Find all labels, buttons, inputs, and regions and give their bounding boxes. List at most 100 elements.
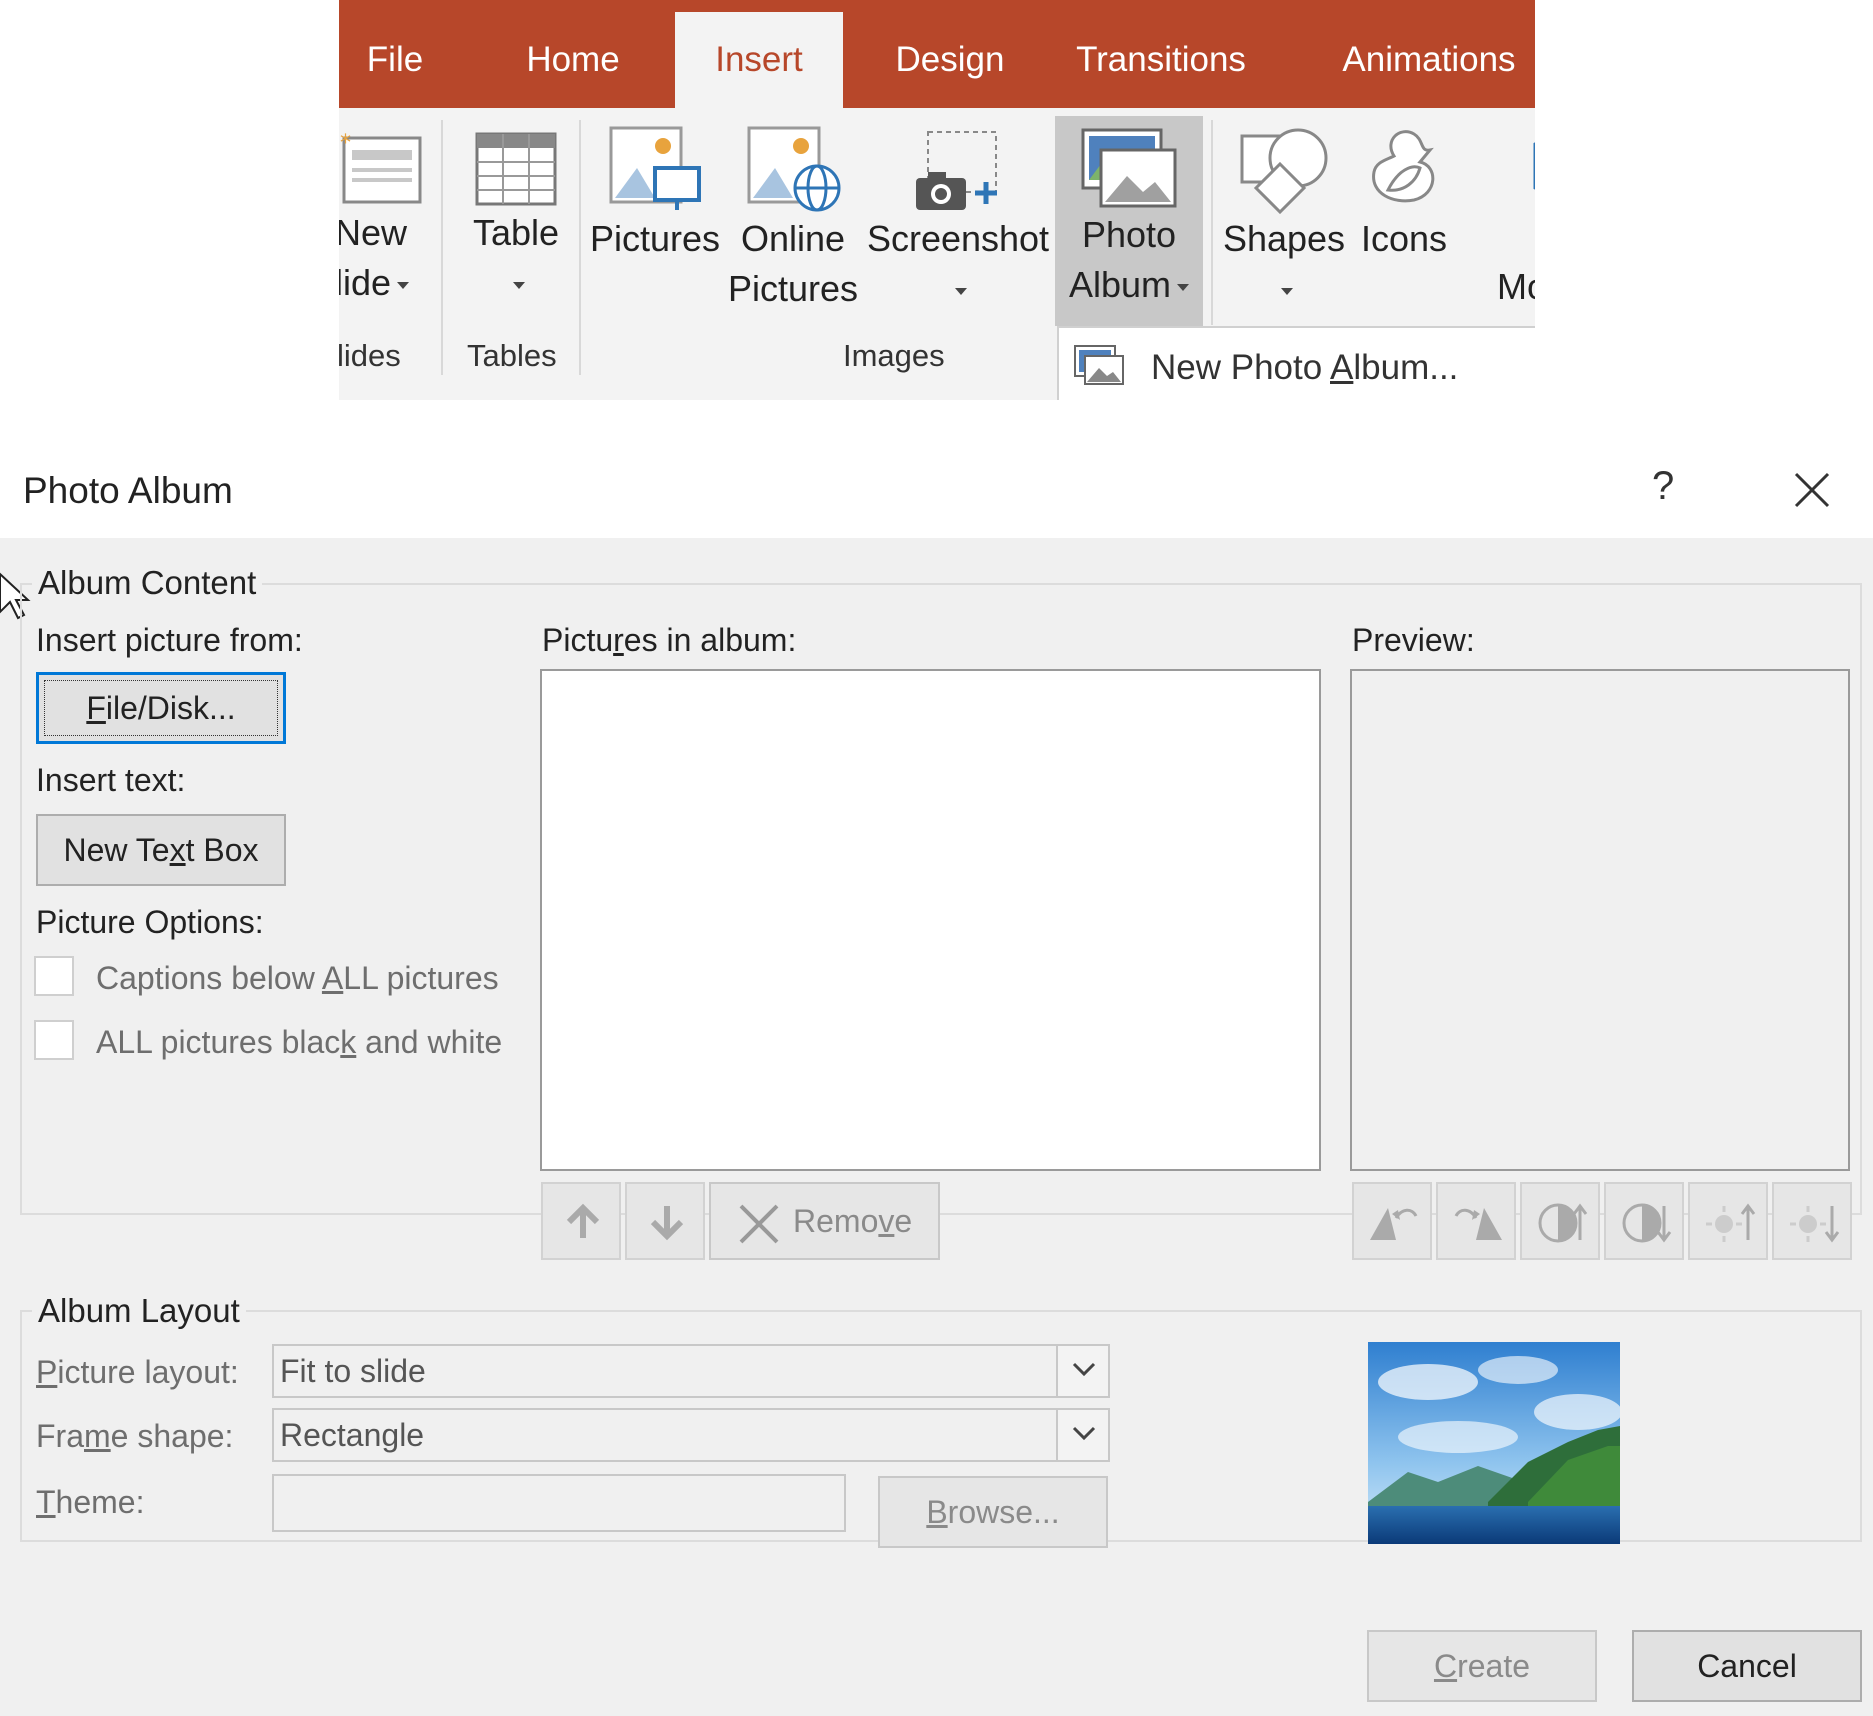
shapes-dropdown [1219,264,1349,314]
tab-file[interactable]: File [339,12,451,108]
group-label-tables: Tables [467,338,557,373]
increase-contrast-button[interactable] [1520,1182,1600,1260]
table-dropdown [451,258,581,308]
chevron-down-icon [1072,1362,1096,1377]
insert-text-label: Insert text: [36,762,186,798]
album-content-legend: Album Content [32,564,263,602]
new-photo-album-menu-item[interactable]: New Photo Album... [1151,348,1458,388]
picture-layout-select[interactable]: Fit to slide [272,1344,1110,1398]
photo-album-button[interactable]: Photo Album [1055,116,1203,326]
svg-text:*: * [340,131,351,156]
pictures-icon [609,126,701,210]
online-pictures-label-2: Pictures [727,268,859,309]
black-and-white-checkbox[interactable] [34,1020,74,1060]
remove-x-icon [739,1204,779,1244]
photo-album-icon [1081,128,1177,208]
black-and-white-label[interactable]: ALL pictures black and white [96,1024,502,1061]
shapes-button[interactable]: Shapes [1219,124,1349,314]
3d-models-button[interactable]: Mo [1469,128,1535,312]
create-button[interactable]: Create [1367,1630,1597,1702]
captions-below-label[interactable]: Captions below ALL pictures [96,960,499,997]
chevron-down-icon [1281,287,1293,295]
chevron-down-icon [1177,283,1190,291]
frame-shape-label: Frame shape: [36,1418,234,1454]
contrast-up-icon [1538,1203,1588,1243]
pictures-label: Pictures [589,218,721,259]
tab-home[interactable]: Home [491,12,655,108]
tab-design[interactable]: Design [865,12,1035,108]
icons-label: Icons [1360,218,1448,259]
group-divider [441,120,443,375]
frame-shape-select[interactable]: Rectangle [272,1408,1110,1462]
3d-models-label-partial [1469,212,1535,262]
pictures-in-album-label: Pictures in album: [542,622,797,658]
group-divider [579,120,581,375]
screenshot-dropdown [865,264,1051,314]
photo-album-dialog: Photo Album ? Album Content Insert pictu… [0,440,1873,1716]
online-pictures-icon [747,126,841,212]
decrease-brightness-button[interactable] [1772,1182,1852,1260]
chevron-down-icon [397,281,410,289]
pictures-button[interactable]: Pictures [589,124,721,264]
group-divider [1211,120,1213,325]
group-label-slides: lides [339,338,401,373]
help-button[interactable]: ? [1652,464,1674,509]
new-slide-label-1: New [339,212,408,253]
brightness-up-icon [1706,1203,1756,1242]
cancel-button[interactable]: Cancel [1632,1630,1862,1702]
dialog-title: Photo Album [23,470,233,511]
brightness-down-icon [1790,1206,1840,1243]
increase-brightness-button[interactable] [1688,1182,1768,1260]
captions-below-checkbox[interactable] [34,956,74,996]
rotate-right-button[interactable] [1436,1182,1516,1260]
powerpoint-ribbon: File Home Insert Design Transitions Anim… [339,0,1535,400]
decrease-contrast-button[interactable] [1604,1182,1684,1260]
shapes-icon [1240,128,1328,214]
theme-input[interactable] [272,1474,846,1532]
tab-transitions[interactable]: Transitions [1055,12,1267,108]
screenshot-icon [916,131,997,210]
insert-picture-from-label: Insert picture from: [36,622,303,658]
chevron-down-icon [513,281,525,289]
dropdown-arrow [1056,1346,1108,1396]
online-pictures-button[interactable]: Online Pictures [727,124,859,314]
dialog-titlebar: Photo Album ? [0,440,1873,538]
rotate-left-icon [1370,1208,1418,1240]
file-disk-button[interactable]: File/Disk... [36,672,286,744]
dropdown-arrow [1056,1410,1108,1460]
browse-button[interactable]: Browse... [878,1476,1108,1548]
new-photo-album-icon [1074,345,1124,385]
shapes-label: Shapes [1222,218,1346,259]
tab-insert[interactable]: Insert [675,12,843,108]
move-down-button[interactable] [625,1182,705,1260]
table-icon [475,132,557,206]
contrast-down-icon [1622,1203,1672,1243]
rotate-left-button[interactable] [1352,1182,1432,1260]
pictures-in-album-list[interactable] [540,669,1321,1171]
icons-button[interactable]: Icons [1349,120,1459,264]
table-button[interactable]: Table [451,128,581,308]
new-text-box-button[interactable]: New Text Box [36,814,286,886]
album-layout-legend: Album Layout [32,1292,246,1330]
layout-preview-thumbnail [1368,1342,1620,1544]
rotate-right-icon [1454,1208,1502,1240]
3d-cube-icon [1533,142,1535,190]
icons-icon [1372,130,1435,203]
new-slide-button[interactable]: * New lide [339,128,439,308]
move-up-button[interactable] [541,1182,621,1260]
new-slide-icon: * [340,131,422,204]
group-label-images: Images [843,338,945,373]
photo-album-dropdown-menu: New Photo Album... [1057,326,1535,400]
theme-label: Theme: [36,1484,145,1520]
tab-animations[interactable]: Animations [1329,12,1529,108]
arrow-down-icon [650,1206,684,1241]
close-icon[interactable] [1792,470,1832,510]
screenshot-button[interactable]: Screenshot [865,124,1051,314]
photo-album-label-2: Album [1055,260,1203,310]
screenshot-label: Screenshot [866,218,1050,259]
chevron-down-icon [1072,1426,1096,1441]
focus-rectangle [44,680,278,736]
remove-button[interactable]: Remove [709,1182,940,1260]
chevron-down-icon [955,287,967,295]
more-label-partial: Mo [1497,266,1535,307]
